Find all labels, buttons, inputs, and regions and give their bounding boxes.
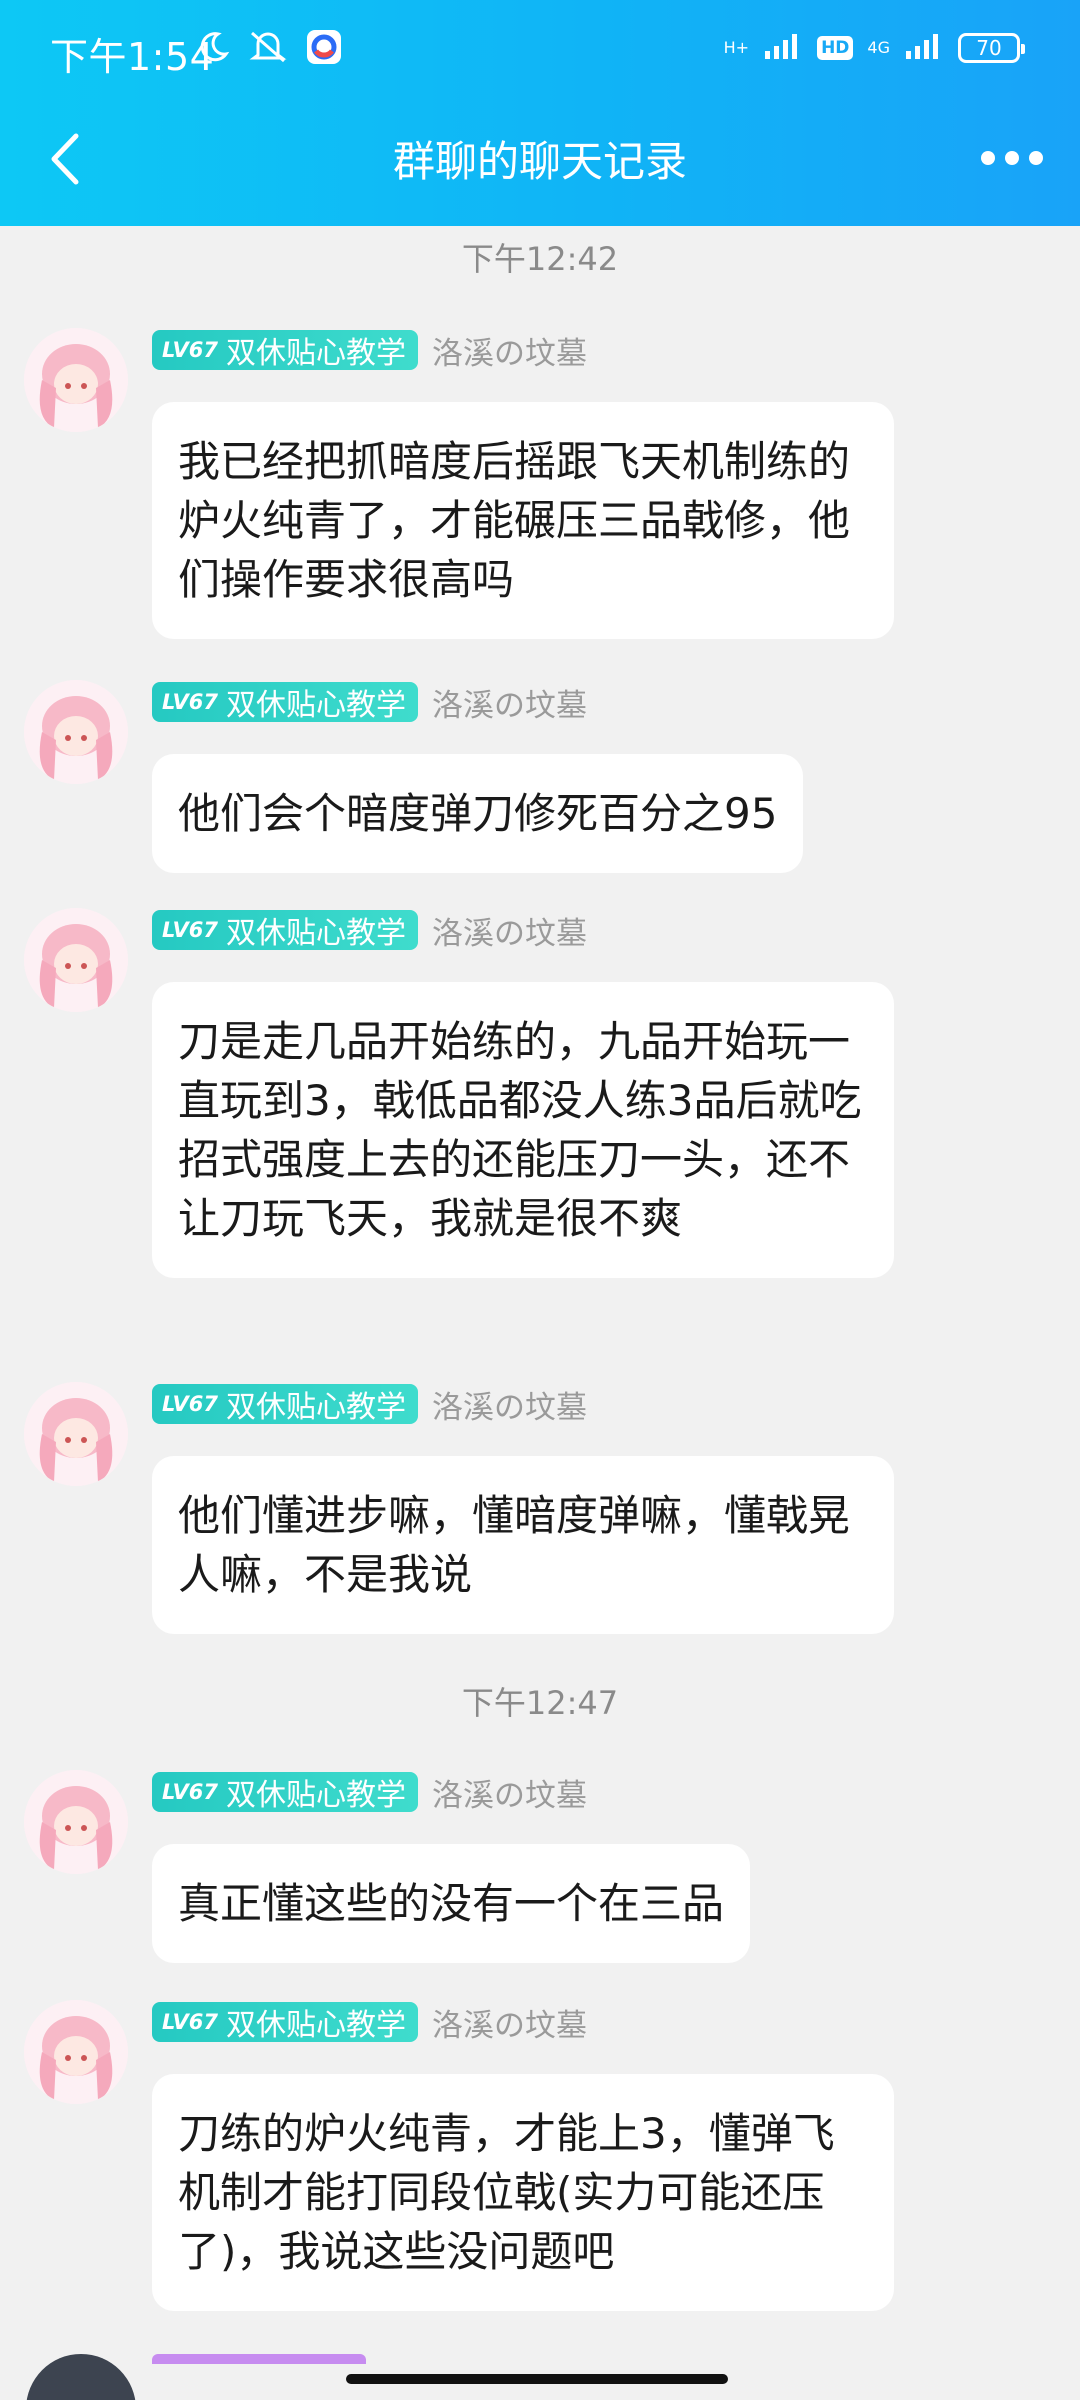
avatar[interactable]	[24, 2000, 128, 2104]
message-bubble[interactable]: 真正懂这些的没有一个在三品	[152, 1844, 751, 1963]
level-badge: LV67 双休贴心教学	[152, 330, 418, 371]
message-meta: LV67 双休贴心教学 洛溪の坟墓	[152, 680, 587, 724]
level-text: LV67	[162, 1780, 218, 1804]
level-badge: LV67 双休贴心教学	[152, 2002, 418, 2043]
status-time: 下午1:54	[50, 35, 215, 79]
signal-icon-2	[904, 31, 944, 65]
level-text: LV67	[162, 1392, 218, 1416]
level-badge: LV67 双休贴心教学	[152, 1772, 418, 1813]
group-title: 双休贴心教学	[225, 688, 406, 723]
avatar[interactable]	[24, 680, 128, 784]
avatar-image	[24, 908, 128, 1012]
status-icons-right: H+ HD 4G 70	[723, 26, 1025, 70]
level-text: LV67	[162, 690, 218, 714]
home-indicator[interactable]	[346, 2374, 728, 2384]
group-title: 双休贴心教学	[225, 1390, 406, 1425]
app-notification-icon	[306, 29, 342, 69]
mute-icon	[248, 29, 288, 69]
message-meta: LV67 双休贴心教学 洛溪の坟墓	[152, 908, 587, 952]
avatar[interactable]	[24, 1770, 128, 1874]
sender-nickname[interactable]: 洛溪の坟墓	[432, 1382, 587, 1427]
message-bubble[interactable]: 刀是走几品开始练的，九品开始玩一直玩到3，戟低品都没人练3品后就吃招式强度上去的…	[152, 982, 894, 1278]
timestamp: 下午12:47	[461, 1684, 619, 1722]
more-button[interactable]	[972, 130, 1052, 186]
avatar[interactable]	[24, 908, 128, 1012]
sender-nickname[interactable]: 洛溪の坟墓	[432, 1770, 587, 1815]
group-title: 双休贴心教学	[225, 916, 406, 951]
page-title: 群聊的聊天记录	[392, 137, 687, 186]
sender-nickname[interactable]: 洛溪の坟墓	[432, 680, 587, 725]
avatar[interactable]	[24, 328, 128, 432]
level-badge: LV67 双休贴心教学	[152, 682, 418, 723]
battery-indicator: 70	[958, 33, 1025, 63]
network-4g: 4G	[867, 38, 890, 57]
group-title: 双休贴心教学	[225, 336, 406, 371]
group-title: 双休贴心教学	[225, 2008, 406, 2043]
avatar[interactable]	[24, 1382, 128, 1486]
sender-nickname[interactable]: 洛溪の坟墓	[432, 2000, 587, 2045]
message-meta: LV67 双休贴心教学 洛溪の坟墓	[152, 328, 587, 372]
sender-nickname[interactable]: 洛溪の坟墓	[432, 908, 587, 953]
signal-icon	[763, 31, 803, 65]
level-text: LV67	[162, 2010, 218, 2034]
level-badge: LV67 双休贴心教学	[152, 910, 418, 951]
moon-icon	[196, 30, 230, 68]
level-text: LV67	[162, 918, 218, 942]
message-bubble[interactable]: 他们会个暗度弹刀修死百分之95	[152, 754, 804, 873]
message-bubble[interactable]: 刀练的炉火纯青，才能上3，懂弹飞机制才能打同段位戟(实力可能还压了)，我说这些没…	[152, 2074, 894, 2311]
level-badge-partial	[152, 2354, 366, 2364]
avatar-image	[24, 328, 128, 432]
hd-badge: HD	[817, 36, 854, 60]
avatar-image	[24, 1382, 128, 1486]
status-icons-left	[196, 28, 342, 70]
avatar-image	[24, 680, 128, 784]
group-title: 双休贴心教学	[225, 1778, 406, 1813]
more-dots-icon	[981, 151, 1043, 165]
message-bubble[interactable]: 他们懂进步嘛，懂暗度弹嘛，懂戟晃人嘛，不是我说	[152, 1456, 894, 1634]
network-type: H+	[723, 38, 750, 57]
status-bar: 下午1:54 H+ HD 4G 70	[0, 0, 1080, 100]
level-badge: LV67 双休贴心教学	[152, 1384, 418, 1425]
avatar-image	[24, 1770, 128, 1874]
message-meta: LV67 双休贴心教学 洛溪の坟墓	[152, 1382, 587, 1426]
nav-bar: 群聊的聊天记录	[0, 100, 1080, 226]
avatar-image	[24, 2000, 128, 2104]
message-bubble[interactable]: 我已经把抓暗度后摇跟飞天机制练的炉火纯青了，才能碾压三品戟修，他们操作要求很高吗	[152, 402, 894, 639]
message-meta: LV67 双休贴心教学 洛溪の坟墓	[152, 1770, 587, 1814]
timestamp: 下午12:42	[461, 240, 619, 278]
sender-nickname[interactable]: 洛溪の坟墓	[432, 328, 587, 373]
message-meta: LV67 双休贴心教学 洛溪の坟墓	[152, 2000, 587, 2044]
level-text: LV67	[162, 338, 218, 362]
top-bar: 下午1:54 H+ HD 4G 70 群聊的聊天记录	[0, 0, 1080, 226]
